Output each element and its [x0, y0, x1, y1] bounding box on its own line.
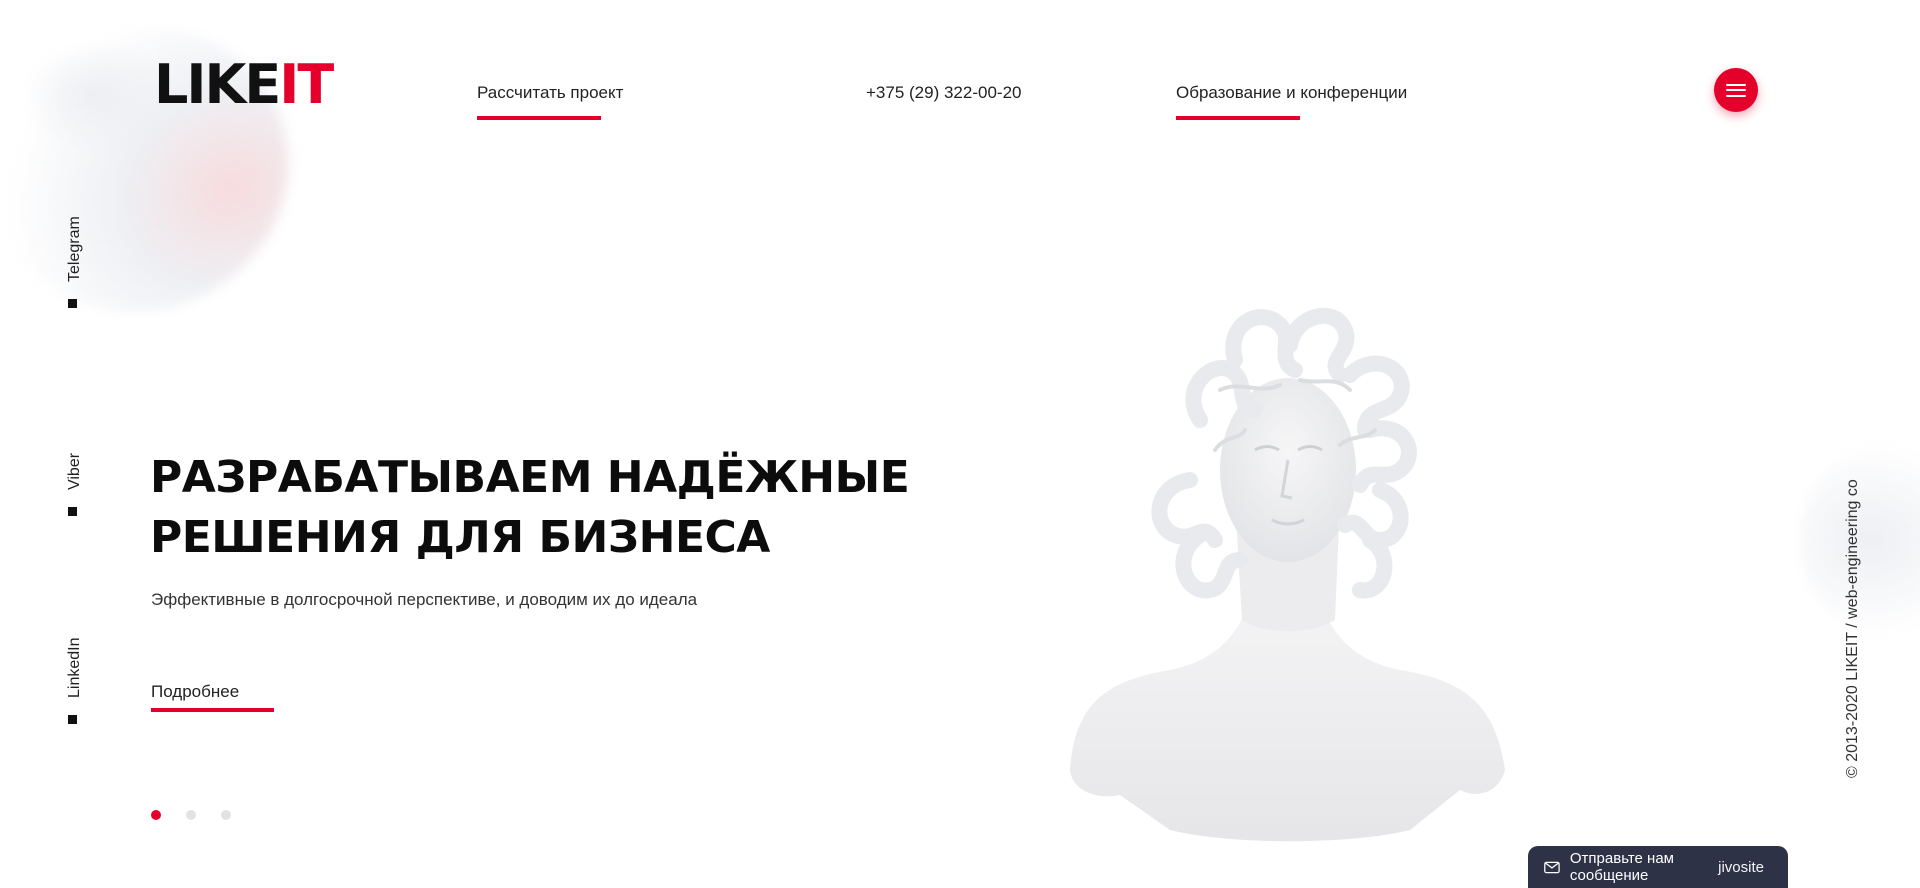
hamburger-icon	[1726, 83, 1746, 97]
logo-text-it: IT	[279, 53, 334, 116]
medusa-statue-image	[1070, 307, 1505, 842]
decorative-blob-highlight	[20, 40, 170, 150]
slider-dot-2[interactable]	[186, 810, 196, 820]
slider-dot-1[interactable]	[151, 810, 161, 820]
chat-label: Отправьте нам сообщение	[1569, 850, 1674, 884]
social-link-linkedin[interactable]: LinkedIn	[66, 638, 84, 699]
chat-brand: jivosite	[1718, 858, 1764, 876]
social-bullet-icon	[68, 507, 77, 516]
slider-dot-3[interactable]	[221, 810, 231, 820]
menu-button[interactable]	[1714, 68, 1758, 112]
logo[interactable]: LIKEIT	[154, 58, 334, 112]
copyright-text: © 2013-2020 LIKEIT / web-engineering co	[1844, 479, 1861, 778]
hero-subtitle: Эффективные в долгосрочной перспективе, …	[151, 590, 698, 609]
chat-widget[interactable]: Отправьте нам сообщение jivosite	[1528, 846, 1788, 888]
hero-title-line-1: РАЗРАБАТЫВАЕМ НАДЁЖНЫЕ	[150, 452, 910, 503]
social-link-telegram[interactable]: Telegram	[66, 216, 84, 282]
hero-title-line-2: РЕШЕНИЯ ДЛЯ БИЗНЕСА	[150, 512, 770, 563]
social-bullet-icon	[68, 299, 77, 308]
calculate-project-link[interactable]: Рассчитать проект	[477, 84, 623, 120]
phone-link[interactable]: +375 (29) 322-00-20	[866, 83, 1021, 103]
social-bullet-icon	[68, 715, 77, 724]
social-link-viber[interactable]: Viber	[66, 453, 84, 490]
more-button[interactable]: Подробнее	[151, 682, 275, 712]
mail-icon	[1544, 861, 1560, 873]
logo-text-like: LIKE	[154, 53, 281, 116]
education-conferences-link[interactable]: Образование и конференции	[1176, 84, 1407, 120]
hero-title: РАЗРАБАТЫВАЕМ НАДЁЖНЫЕ РЕШЕНИЯ ДЛЯ БИЗНЕ…	[150, 448, 910, 568]
